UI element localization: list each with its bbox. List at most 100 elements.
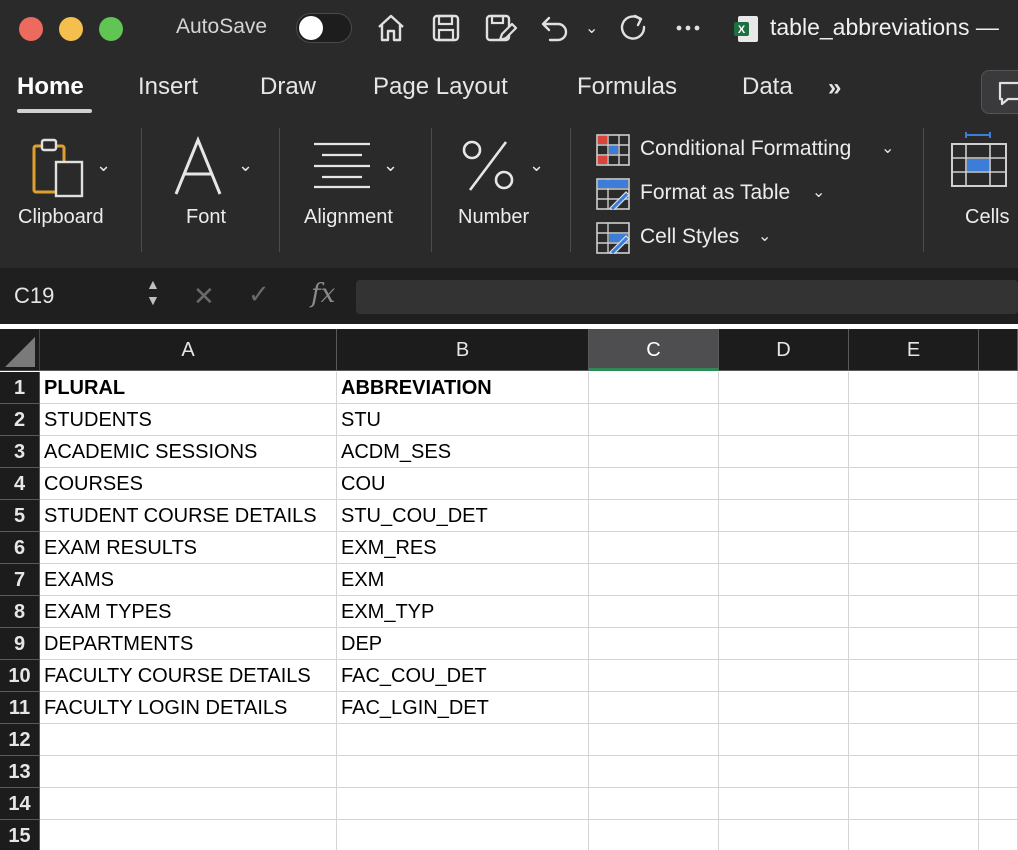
column-header-partial[interactable] xyxy=(979,329,1018,371)
cell[interactable]: EXAM RESULTS xyxy=(40,532,337,564)
row-header[interactable]: 12 xyxy=(0,724,40,756)
row-header[interactable]: 15 xyxy=(0,820,40,850)
cell[interactable]: STUDENT COURSE DETAILS xyxy=(40,500,337,532)
cell[interactable]: STU xyxy=(337,404,589,436)
cell[interactable]: FACULTY COURSE DETAILS xyxy=(40,660,337,692)
row-header[interactable]: 6 xyxy=(0,532,40,564)
cell[interactable] xyxy=(849,404,979,436)
cell[interactable]: FAC_COU_DET xyxy=(337,660,589,692)
cell[interactable] xyxy=(589,660,719,692)
cell[interactable] xyxy=(719,660,849,692)
select-all-button[interactable] xyxy=(0,329,40,371)
alignment-chevron-icon[interactable]: ⌄ xyxy=(383,155,398,176)
cell[interactable]: ABBREVIATION xyxy=(337,372,589,404)
cell[interactable]: ACDM_SES xyxy=(337,436,589,468)
cell[interactable]: DEP xyxy=(337,628,589,660)
cells-icon[interactable] xyxy=(950,132,1008,195)
cell[interactable]: EXM_TYP xyxy=(337,596,589,628)
cell[interactable]: EXAM TYPES xyxy=(40,596,337,628)
column-header-a[interactable]: A xyxy=(40,329,337,371)
cell[interactable] xyxy=(719,500,849,532)
cell[interactable]: FACULTY LOGIN DETAILS xyxy=(40,692,337,724)
cell[interactable] xyxy=(979,660,1018,692)
cell[interactable] xyxy=(719,788,849,820)
cell[interactable]: EXM xyxy=(337,564,589,596)
row-header[interactable]: 11 xyxy=(0,692,40,724)
clipboard-label[interactable]: Clipboard xyxy=(18,206,104,229)
comments-button[interactable] xyxy=(981,70,1018,114)
cell[interactable] xyxy=(979,404,1018,436)
cell[interactable] xyxy=(719,468,849,500)
cell[interactable] xyxy=(719,404,849,436)
row-header[interactable]: 9 xyxy=(0,628,40,660)
tab-formulas[interactable]: Formulas xyxy=(577,73,677,101)
cell[interactable] xyxy=(589,596,719,628)
cell[interactable] xyxy=(719,692,849,724)
cell[interactable] xyxy=(337,724,589,756)
name-box[interactable]: C19 xyxy=(14,283,54,309)
row-header[interactable]: 7 xyxy=(0,564,40,596)
row-header[interactable]: 14 xyxy=(0,788,40,820)
cell[interactable] xyxy=(40,756,337,788)
cell[interactable] xyxy=(40,724,337,756)
redo-icon[interactable] xyxy=(616,10,652,46)
home-icon[interactable] xyxy=(373,10,409,46)
row-header[interactable]: 3 xyxy=(0,436,40,468)
row-header[interactable]: 1 xyxy=(0,372,40,404)
font-chevron-icon[interactable]: ⌄ xyxy=(238,155,253,176)
row-header[interactable]: 4 xyxy=(0,468,40,500)
cell[interactable] xyxy=(849,756,979,788)
percent-icon[interactable] xyxy=(460,136,520,201)
cell[interactable] xyxy=(589,404,719,436)
undo-dropdown-chevron-icon[interactable]: ⌄ xyxy=(585,18,598,38)
cell[interactable] xyxy=(979,468,1018,500)
tab-page-layout[interactable]: Page Layout xyxy=(373,73,508,101)
cell[interactable]: DEPARTMENTS xyxy=(40,628,337,660)
cell[interactable] xyxy=(589,500,719,532)
font-label[interactable]: Font xyxy=(186,206,226,229)
clipboard-icon[interactable] xyxy=(28,136,92,205)
cell[interactable] xyxy=(719,724,849,756)
cell[interactable] xyxy=(589,724,719,756)
cell[interactable] xyxy=(719,532,849,564)
cell[interactable] xyxy=(979,756,1018,788)
cell[interactable] xyxy=(589,532,719,564)
close-window-button[interactable] xyxy=(19,17,43,41)
name-box-stepper-icon[interactable]: ▲ ▼ xyxy=(146,276,160,308)
tab-home[interactable]: Home xyxy=(17,73,84,101)
cell[interactable] xyxy=(849,372,979,404)
cell[interactable] xyxy=(979,436,1018,468)
cell[interactable] xyxy=(719,820,849,850)
cell[interactable] xyxy=(979,724,1018,756)
clipboard-chevron-icon[interactable]: ⌄ xyxy=(96,155,111,176)
cell[interactable] xyxy=(337,756,589,788)
row-header[interactable]: 8 xyxy=(0,596,40,628)
cell[interactable] xyxy=(849,820,979,850)
zoom-window-button[interactable] xyxy=(99,17,123,41)
confirm-formula-icon[interactable]: ✓ xyxy=(248,279,270,310)
cell[interactable] xyxy=(849,596,979,628)
row-header[interactable]: 5 xyxy=(0,500,40,532)
formula-input[interactable] xyxy=(356,280,1018,314)
cancel-formula-icon[interactable]: ✕ xyxy=(193,281,215,312)
cell[interactable] xyxy=(849,660,979,692)
cell[interactable]: COU xyxy=(337,468,589,500)
tab-data[interactable]: Data xyxy=(742,73,793,101)
insert-function-icon[interactable]: fx xyxy=(311,279,335,309)
cell[interactable] xyxy=(719,372,849,404)
column-header-e[interactable]: E xyxy=(849,329,979,371)
tab-draw[interactable]: Draw xyxy=(260,73,316,101)
cell[interactable] xyxy=(979,692,1018,724)
cell[interactable] xyxy=(979,532,1018,564)
cell[interactable]: EXM_RES xyxy=(337,532,589,564)
cell[interactable] xyxy=(589,372,719,404)
cell[interactable] xyxy=(979,564,1018,596)
cell[interactable] xyxy=(589,756,719,788)
cell[interactable] xyxy=(849,692,979,724)
cell[interactable] xyxy=(849,564,979,596)
cell[interactable] xyxy=(849,724,979,756)
cell[interactable]: EXAMS xyxy=(40,564,337,596)
column-header-b[interactable]: B xyxy=(337,329,589,371)
cell[interactable] xyxy=(40,788,337,820)
undo-icon[interactable] xyxy=(536,10,572,46)
